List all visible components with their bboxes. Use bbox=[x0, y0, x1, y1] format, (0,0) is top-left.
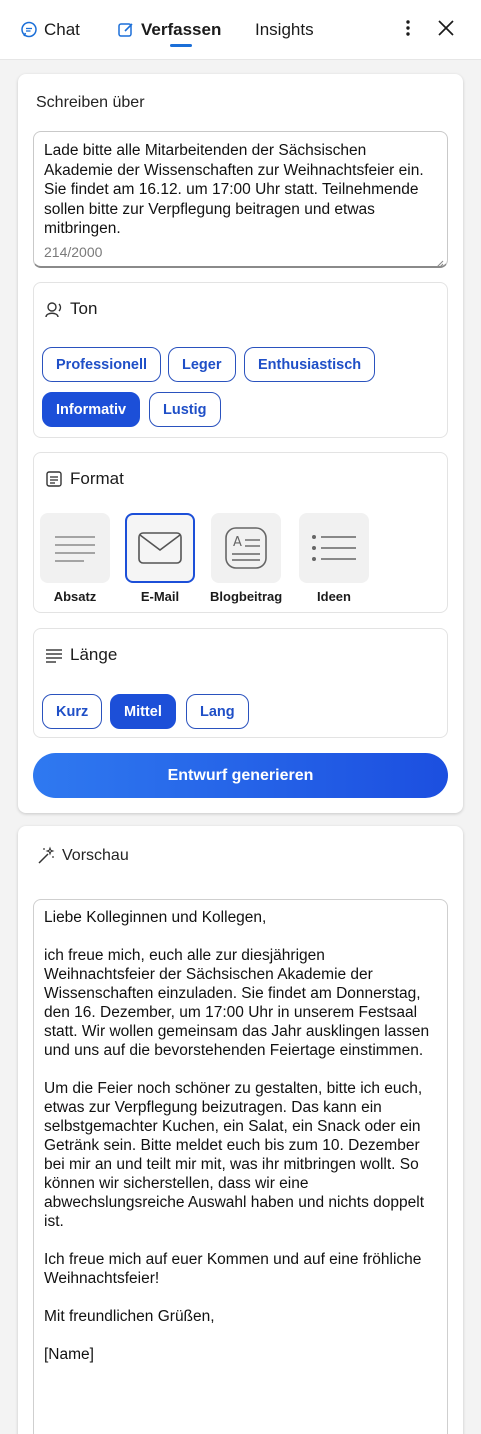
tone-option-label: Enthusiastisch bbox=[258, 356, 362, 373]
tab-chat-label: Chat bbox=[44, 20, 80, 39]
preview-paragraph: [Name] bbox=[44, 1346, 94, 1363]
preview-text-area[interactable]: Liebe Kolleginnen und Kollegen, ich freu… bbox=[33, 899, 448, 1434]
svg-text:A: A bbox=[233, 535, 242, 550]
length-option-label: Mittel bbox=[124, 703, 162, 720]
preview-paragraph: Liebe Kolleginnen und Kollegen, bbox=[44, 909, 267, 926]
tab-insights[interactable]: Insights bbox=[255, 0, 314, 60]
prompt-textarea[interactable]: Lade bitte alle Mitarbeitenden der Sächs… bbox=[33, 131, 448, 268]
format-option-blogbeitrag[interactable]: A Blogbeitrag bbox=[210, 513, 282, 604]
tone-option-label: Informativ bbox=[56, 401, 127, 418]
format-option-label: Blogbeitrag bbox=[210, 589, 283, 604]
more-options-button[interactable] bbox=[396, 18, 420, 42]
paragraph-icon bbox=[40, 513, 110, 583]
preview-title: Vorschau bbox=[36, 846, 129, 866]
length-option-mittel[interactable]: Mittel bbox=[110, 694, 176, 729]
format-title: Format bbox=[44, 469, 124, 489]
length-option-label: Kurz bbox=[56, 703, 89, 720]
close-button[interactable] bbox=[434, 18, 458, 42]
envelope-icon bbox=[125, 513, 195, 583]
tone-option-enthusiastisch[interactable]: Enthusiastisch bbox=[244, 347, 376, 382]
tone-option-leger[interactable]: Leger bbox=[168, 347, 236, 382]
format-option-absatz[interactable]: Absatz bbox=[39, 513, 111, 604]
format-title-label: Format bbox=[70, 469, 124, 488]
resize-handle-icon[interactable] bbox=[436, 255, 444, 268]
chat-icon bbox=[20, 21, 38, 39]
tone-option-label: Professionell bbox=[56, 356, 148, 373]
document-icon bbox=[44, 469, 64, 489]
compose-card: Schreiben über Lade bitte alle Mitarbeit… bbox=[18, 74, 463, 813]
tone-option-professionell[interactable]: Professionell bbox=[42, 347, 162, 382]
length-title-label: Länge bbox=[70, 645, 118, 664]
prompt-text[interactable]: Lade bitte alle Mitarbeitenden der Sächs… bbox=[44, 141, 437, 239]
generate-draft-button[interactable]: Entwurf generieren bbox=[33, 753, 448, 798]
tab-bar: Chat Verfassen Insights bbox=[0, 0, 481, 60]
tab-insights-label: Insights bbox=[255, 20, 314, 39]
tone-option-lustig[interactable]: Lustig bbox=[149, 392, 221, 427]
close-icon bbox=[438, 19, 454, 41]
preview-paragraph: ich freue mich, euch alle zur diesjährig… bbox=[44, 947, 430, 1059]
format-option-ideen[interactable]: Ideen bbox=[298, 513, 370, 604]
character-count: 214/2000 bbox=[44, 244, 103, 260]
bullet-list-icon bbox=[299, 513, 369, 583]
tone-option-informativ[interactable]: Informativ bbox=[42, 392, 141, 427]
magic-wand-icon bbox=[36, 846, 56, 866]
voice-icon bbox=[44, 299, 64, 319]
format-option-email[interactable]: E-Mail bbox=[124, 513, 196, 604]
format-option-label: Absatz bbox=[53, 589, 97, 604]
text-lines-icon bbox=[44, 645, 64, 665]
length-option-kurz[interactable]: Kurz bbox=[42, 694, 103, 729]
blog-post-icon: A bbox=[211, 513, 281, 583]
tab-compose[interactable]: Verfassen bbox=[117, 0, 221, 60]
format-option-label: E-Mail bbox=[140, 589, 180, 604]
tone-section: Ton Professionell Leger Enthusiastisch I… bbox=[33, 282, 448, 438]
length-section: Länge Kurz Mittel Lang bbox=[33, 628, 448, 738]
length-title: Länge bbox=[44, 645, 117, 665]
tone-title: Ton bbox=[44, 299, 97, 319]
tab-compose-label: Verfassen bbox=[141, 20, 222, 39]
preview-card: Vorschau Liebe Kolleginnen und Kollegen,… bbox=[18, 826, 463, 1434]
preview-paragraph: Ich freue mich auf euer Kommen und auf e… bbox=[44, 1251, 422, 1287]
preview-paragraph: Mit freundlichen Grüßen, bbox=[44, 1308, 215, 1325]
length-option-lang[interactable]: Lang bbox=[186, 694, 249, 729]
tone-option-label: Lustig bbox=[163, 401, 207, 418]
tone-title-label: Ton bbox=[70, 299, 98, 318]
active-tab-indicator bbox=[170, 44, 192, 47]
write-about-label: Schreiben über bbox=[36, 94, 145, 111]
preview-title-label: Vorschau bbox=[62, 847, 129, 864]
format-option-label: Ideen bbox=[317, 589, 351, 604]
tone-option-label: Leger bbox=[182, 356, 222, 373]
length-option-label: Lang bbox=[200, 703, 235, 720]
more-vertical-icon bbox=[405, 19, 411, 42]
compose-icon bbox=[117, 21, 135, 39]
preview-paragraph: Um die Feier noch schöner zu gestalten, … bbox=[44, 1080, 425, 1230]
format-section: Format Absatz E-Mail A Blogbeitrag Ideen bbox=[33, 452, 448, 613]
tab-chat[interactable]: Chat bbox=[20, 0, 80, 60]
